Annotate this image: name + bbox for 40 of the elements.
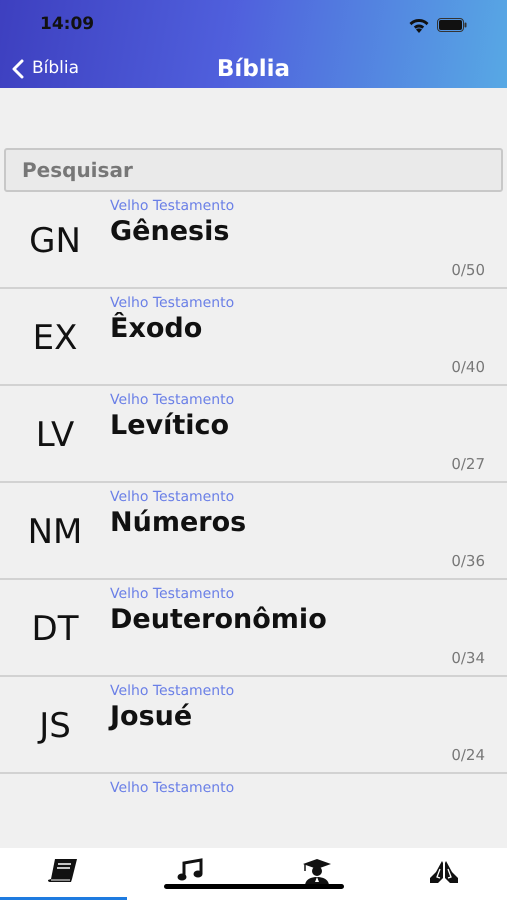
book-row[interactable]: JS Velho Testamento Josué 0/24 — [0, 677, 507, 774]
chapter-count: 0/27 — [451, 454, 485, 474]
search-field[interactable]: Pesquisar — [4, 148, 503, 192]
chapter-count: 0/24 — [451, 744, 485, 766]
testament-label: Velho Testamento — [110, 488, 236, 507]
testament-label: Velho Testamento — [110, 585, 236, 604]
wifi-icon — [409, 18, 429, 32]
book-row[interactable]: LV Velho Testamento Levítico 0/27 — [0, 386, 507, 483]
testament-label: Velho Testamento — [110, 391, 236, 410]
testament-label: Velho Testamento — [110, 197, 236, 216]
testament-label: Velho Testamento — [110, 779, 236, 798]
chevron-left-icon — [12, 59, 24, 79]
book-name: Deuteronômio — [110, 605, 327, 635]
testament-label: Velho Testamento — [110, 294, 236, 312]
book-abbreviation: LV — [36, 414, 74, 457]
back-button[interactable]: Bíblia — [0, 56, 80, 82]
book-abbreviation: EX — [32, 317, 78, 360]
chapter-count: 0/40 — [451, 356, 485, 378]
battery-icon — [437, 18, 467, 32]
book-abbreviation: NM — [28, 511, 82, 554]
music-note-icon — [177, 858, 204, 882]
book-abbreviation: GN — [29, 220, 81, 263]
page-title: Bíblia — [216, 56, 290, 82]
book-abbreviation: JS — [39, 705, 71, 748]
chapter-count: 0/36 — [451, 550, 485, 572]
book-abbreviation: DT — [32, 608, 78, 651]
book-row[interactable]: DT Velho Testamento Deuteronômio 0/34 — [0, 580, 507, 677]
book-name: Êxodo — [110, 314, 202, 344]
book-row[interactable]: EX Velho Testamento Êxodo 0/40 — [0, 289, 507, 386]
book-name: Josué — [110, 702, 192, 732]
book-name: Gênesis — [110, 217, 230, 247]
chapter-count: 0/34 — [451, 648, 485, 668]
book-row[interactable]: GN Velho Testamento Gênesis 0/50 — [0, 192, 507, 289]
book-icon — [47, 858, 80, 884]
book-name: Levítico — [110, 411, 230, 441]
chapter-count: 0/50 — [451, 260, 485, 280]
book-row[interactable]: NM Velho Testamento Números 0/36 — [0, 483, 507, 580]
book-name: Números — [110, 508, 246, 538]
testament-label: Velho Testamento — [110, 682, 236, 701]
status-time: 14:09 — [40, 13, 94, 36]
